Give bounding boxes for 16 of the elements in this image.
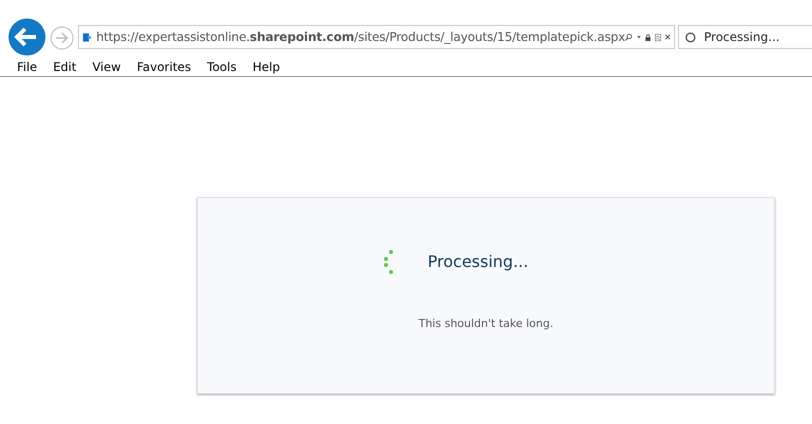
caret-icon[interactable] [636, 34, 641, 40]
menu-item[interactable]: Help [244, 58, 288, 76]
menu-item[interactable]: Tools [199, 58, 245, 76]
browser-tab[interactable]: Processing... [678, 25, 812, 49]
close-icon[interactable] [664, 32, 670, 42]
menu-item[interactable]: Favorites [128, 58, 200, 76]
address-field[interactable]: https://expertassistonline.sharepoint.com/sites/Products/_layouts/15/templatepick.aspx [78, 25, 675, 49]
spinner-icon [384, 250, 395, 274]
menu-item[interactable]: File [9, 58, 46, 76]
loading-icon [685, 32, 696, 42]
menu-item[interactable]: View [84, 58, 129, 76]
menu-item[interactable]: Edit [45, 58, 84, 76]
url-text: https://expertassistonline.sharepoint.com/sites/Products/_layouts/15/templatepick.aspx [96, 28, 626, 46]
dialog-message: This shouldn't take long. [418, 316, 554, 332]
back-button[interactable] [8, 18, 46, 56]
dialog-title: Processing... [428, 251, 528, 273]
